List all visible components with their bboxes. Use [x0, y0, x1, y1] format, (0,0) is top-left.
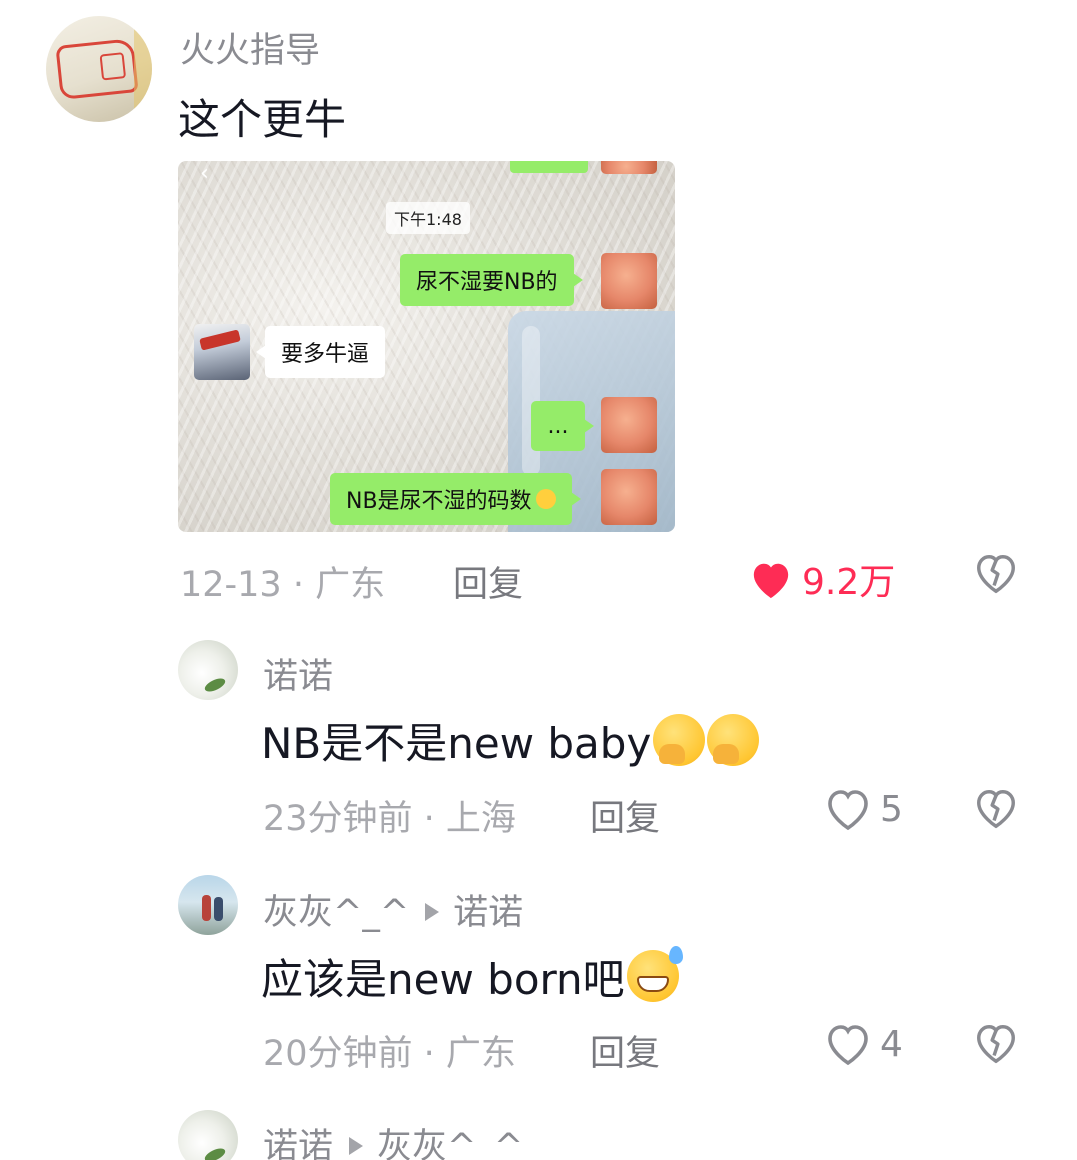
heart-outline-icon [824, 786, 872, 832]
grinning-sweat-emoji-icon [626, 946, 683, 1002]
reply-text: NB是不是new baby [261, 710, 760, 771]
reply-text-content: NB是不是new baby [261, 719, 652, 768]
reply-to-username[interactable]: 诺诺 [453, 893, 523, 933]
broken-heart-icon[interactable] [973, 551, 1019, 597]
reply-button[interactable]: 回复 [590, 790, 660, 841]
smile-emoji-icon [535, 489, 556, 509]
chat-avatar-me [601, 161, 657, 174]
reply-header: 灰灰^_^ 诺诺 [263, 884, 523, 935]
like-count: 9.2万 [802, 562, 896, 603]
reply-button[interactable]: 回复 [590, 1025, 660, 1076]
like-button[interactable]: 5 [824, 786, 903, 832]
back-chevron-icon: ‹ [200, 161, 209, 186]
avatar[interactable] [46, 16, 152, 122]
broken-heart-icon[interactable] [973, 786, 1019, 832]
reply-meta: 20分钟前 · 广东 [263, 1034, 516, 1074]
chat-avatar-me [601, 397, 657, 453]
chat-avatar-me [601, 469, 657, 525]
hand-over-mouth-emoji-icon [707, 714, 760, 766]
broken-heart-icon[interactable] [973, 1021, 1019, 1067]
chat-bubble-sent: ... [531, 401, 594, 451]
chat-bubble-text: NB是尿不湿的码数 [346, 489, 532, 514]
like-button[interactable]: 4 [824, 1021, 903, 1067]
reply-username[interactable]: 灰灰^_^ [263, 893, 409, 933]
comment-image[interactable]: ‹ 下午1:48 尿不湿要NB的 要多牛逼 ... NB是尿不湿的码数 [178, 161, 675, 532]
avatar[interactable] [178, 640, 238, 700]
avatar[interactable] [178, 1110, 238, 1160]
comment-username[interactable]: 火火指导 [180, 22, 320, 73]
reply-to-arrow-icon [425, 903, 440, 921]
heart-icon [748, 558, 794, 600]
reply-button[interactable]: 回复 [453, 556, 523, 607]
reply-text-content: 应该是new born吧 [261, 955, 625, 1004]
reply-to-username[interactable]: 灰灰^_^ [377, 1127, 523, 1160]
reply-header: 诺诺 灰灰^_^ [263, 1118, 523, 1160]
reply-to-arrow-icon [349, 1137, 364, 1155]
like-count: 5 [880, 788, 903, 830]
chat-bubble-received: 要多牛逼 [255, 326, 386, 378]
avatar[interactable] [178, 875, 238, 935]
reply-username[interactable]: 诺诺 [263, 1127, 333, 1160]
reply-username[interactable]: 诺诺 [263, 648, 333, 699]
comment-meta: 12-13 · 广东 [180, 565, 386, 605]
reply-text: 应该是new born吧 [261, 946, 683, 1007]
chat-avatar-me [601, 253, 657, 309]
chat-bubble-sent: NB是尿不湿的码数 [330, 473, 581, 525]
like-button[interactable]: 9.2万 [748, 553, 895, 605]
comment-text: 这个更牛 [178, 95, 347, 144]
avatar-doodle [55, 38, 139, 100]
hand-over-mouth-emoji-icon [653, 714, 706, 766]
chat-avatar-other [194, 324, 250, 380]
heart-outline-icon [824, 1021, 872, 1067]
chat-bubble-sent: 尿不湿要NB的 [400, 254, 583, 306]
chat-timestamp: 下午1:48 [386, 202, 470, 234]
reply-meta: 23分钟前 · 上海 [263, 799, 516, 839]
like-count: 4 [880, 1023, 903, 1065]
